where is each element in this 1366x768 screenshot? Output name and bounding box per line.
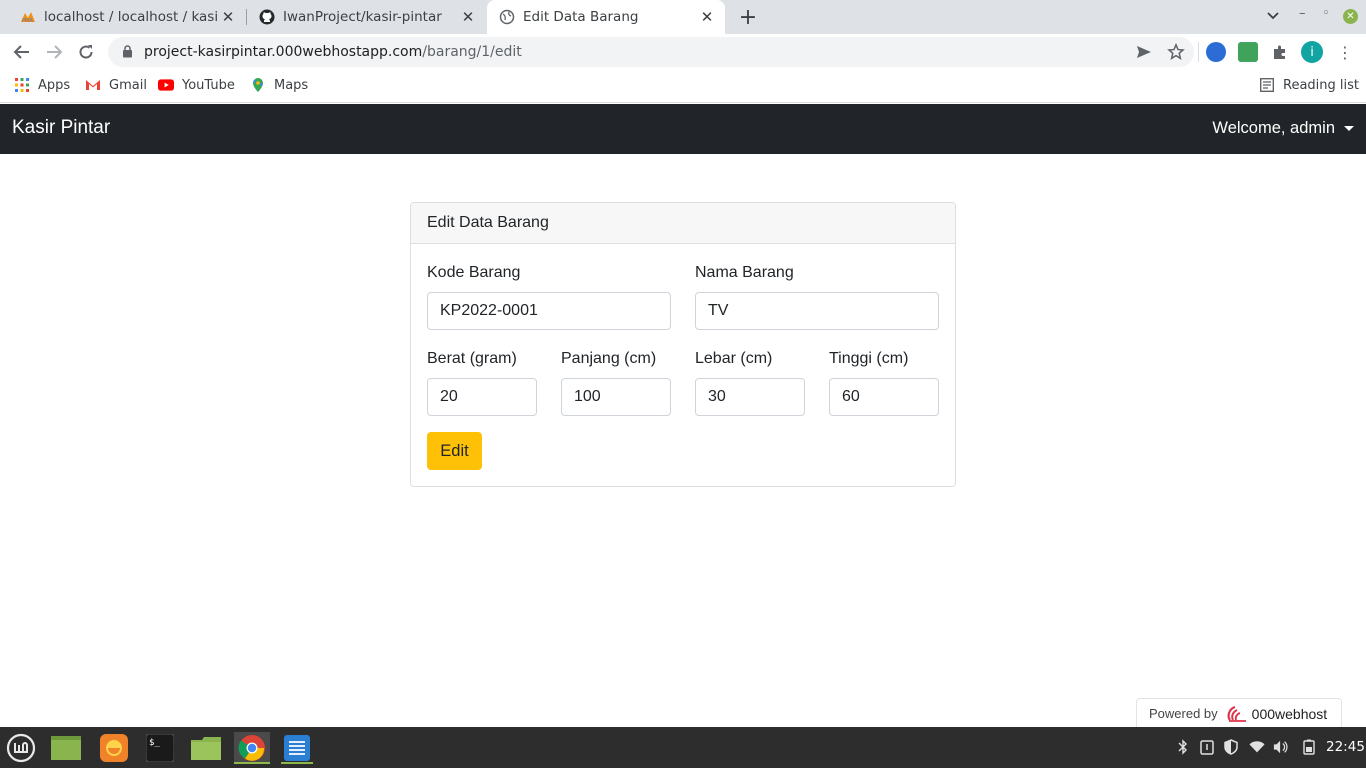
lebar-input[interactable]: 30 bbox=[695, 378, 805, 416]
tab-phpmyadmin[interactable]: PMA localhost / localhost / kasirpintar … bbox=[8, 0, 246, 34]
battery-icon[interactable] bbox=[1301, 739, 1317, 755]
extension-edge-icon[interactable] bbox=[1206, 42, 1226, 62]
host-brand-text: 000webhost bbox=[1251, 705, 1328, 722]
bookmark-label: Apps bbox=[38, 77, 71, 93]
bookmark-label: YouTube bbox=[182, 77, 235, 93]
more-menu-icon[interactable]: ⋮ bbox=[1333, 40, 1357, 64]
bookmark-maps[interactable]: Maps bbox=[250, 77, 308, 93]
lock-icon bbox=[122, 43, 134, 62]
close-tab-icon[interactable]: ✕ bbox=[218, 7, 238, 27]
show-desktop-icon[interactable] bbox=[50, 732, 82, 764]
clipboard-icon[interactable] bbox=[1199, 739, 1215, 755]
extension-inbox-icon[interactable] bbox=[1238, 42, 1258, 62]
app-navbar: Kasir Pintar Welcome, admin bbox=[0, 104, 1366, 154]
reading-list-label: Reading list bbox=[1283, 77, 1359, 93]
tinggi-label: Tinggi (cm) bbox=[829, 350, 909, 367]
svg-text:$_: $_ bbox=[149, 738, 160, 748]
url-text: project-kasirpintar.000webhostapp.com/ba… bbox=[144, 44, 522, 60]
text-editor-icon[interactable] bbox=[281, 732, 313, 764]
tinggi-input[interactable]: 60 bbox=[829, 378, 939, 416]
close-tab-icon[interactable]: ✕ bbox=[458, 7, 478, 27]
tab-github[interactable]: IwanProject/kasir-pintar ✕ bbox=[247, 0, 486, 34]
gmail-icon bbox=[85, 77, 101, 93]
new-tab-button[interactable]: + bbox=[736, 5, 760, 30]
maps-icon bbox=[250, 77, 266, 93]
tab-title: localhost / localhost / kasirpintar bbox=[44, 9, 218, 25]
reading-list-button[interactable]: Reading list bbox=[1259, 77, 1359, 93]
berat-label: Berat (gram) bbox=[427, 350, 517, 367]
profile-avatar[interactable]: i bbox=[1301, 41, 1323, 63]
shield-icon[interactable] bbox=[1223, 739, 1239, 755]
bookmark-gmail[interactable]: Gmail bbox=[85, 77, 147, 93]
tab-title: Edit Data Barang bbox=[523, 9, 639, 25]
welcome-text: Welcome, admin bbox=[1212, 119, 1335, 137]
bookmarks-bar: Apps Gmail YouTube Maps Reading list bbox=[0, 70, 1366, 103]
running-indicator bbox=[281, 762, 313, 764]
bookmark-star-icon[interactable] bbox=[1164, 40, 1188, 64]
wifi-icon[interactable] bbox=[1249, 739, 1265, 755]
back-arrow-icon[interactable] bbox=[10, 40, 34, 64]
powered-by-badge[interactable]: Powered by 000webhost bbox=[1136, 698, 1342, 728]
volume-icon[interactable] bbox=[1273, 739, 1289, 755]
terminal-icon[interactable]: $_ bbox=[144, 732, 176, 764]
forward-arrow-icon[interactable] bbox=[42, 40, 66, 64]
kode-barang-input[interactable]: KP2022-0001 bbox=[427, 292, 671, 330]
close-window-button[interactable]: ✕ bbox=[1343, 9, 1358, 24]
powered-by-text: Powered by bbox=[1149, 706, 1218, 721]
youtube-icon bbox=[158, 77, 174, 93]
reading-list-icon bbox=[1259, 77, 1275, 93]
berat-input[interactable]: 20 bbox=[427, 378, 537, 416]
caret-down-icon bbox=[1344, 126, 1354, 131]
user-dropdown-toggle[interactable]: Welcome, admin bbox=[1212, 119, 1354, 138]
minimize-window-button[interactable]: – bbox=[1299, 6, 1306, 21]
reload-icon[interactable] bbox=[74, 40, 98, 64]
phpmyadmin-icon: PMA bbox=[20, 9, 36, 25]
system-clock[interactable]: 22:45 bbox=[1326, 739, 1365, 755]
globe-icon bbox=[499, 9, 515, 25]
edit-barang-card: Edit Data Barang Kode Barang KP2022-0001… bbox=[410, 202, 956, 487]
files-folder-icon[interactable] bbox=[190, 732, 222, 764]
tab-edit-data-barang[interactable]: Edit Data Barang ✕ bbox=[487, 0, 725, 34]
bookmark-label: Maps bbox=[274, 77, 309, 93]
url-host: project-kasirpintar.000webhostapp.com bbox=[144, 44, 423, 60]
edit-submit-button[interactable]: Edit bbox=[427, 432, 482, 470]
svg-text:PMA: PMA bbox=[22, 18, 33, 23]
kode-barang-label: Kode Barang bbox=[427, 264, 521, 281]
toolbar-divider bbox=[1198, 42, 1199, 62]
bookmark-youtube[interactable]: YouTube bbox=[158, 77, 235, 93]
browser-tab-strip: PMA localhost / localhost / kasirpintar … bbox=[0, 0, 1366, 34]
tab-title: IwanProject/kasir-pintar bbox=[283, 9, 442, 25]
nama-barang-input[interactable]: TV bbox=[695, 292, 939, 330]
apps-grid-icon bbox=[14, 77, 30, 93]
active-window-indicator bbox=[234, 762, 270, 764]
close-tab-icon[interactable]: ✕ bbox=[697, 7, 717, 27]
tab-search-icon[interactable] bbox=[1266, 8, 1280, 26]
bookmark-label: Gmail bbox=[109, 77, 147, 93]
card-title: Edit Data Barang bbox=[411, 203, 955, 244]
url-path: /barang/1/edit bbox=[422, 44, 522, 60]
send-icon[interactable] bbox=[1132, 40, 1156, 64]
panjang-input[interactable]: 100 bbox=[561, 378, 671, 416]
chrome-icon[interactable] bbox=[234, 732, 270, 764]
firefox-icon[interactable] bbox=[98, 732, 130, 764]
000webhost-logo-icon bbox=[1226, 704, 1248, 724]
restore-window-button[interactable]: ◦ bbox=[1322, 6, 1330, 21]
bluetooth-icon[interactable] bbox=[1175, 739, 1191, 755]
nama-barang-label: Nama Barang bbox=[695, 264, 794, 281]
lebar-label: Lebar (cm) bbox=[695, 350, 773, 367]
browser-toolbar: project-kasirpintar.000webhostapp.com/ba… bbox=[0, 34, 1366, 70]
address-bar[interactable]: project-kasirpintar.000webhostapp.com/ba… bbox=[108, 37, 1194, 67]
panjang-label: Panjang (cm) bbox=[561, 350, 657, 367]
os-taskbar: $_ 22:45 bbox=[0, 727, 1366, 768]
extensions-puzzle-icon[interactable] bbox=[1268, 40, 1292, 64]
start-menu-icon[interactable] bbox=[5, 732, 37, 764]
github-icon bbox=[259, 9, 275, 25]
bookmark-apps[interactable]: Apps bbox=[14, 77, 70, 93]
app-brand[interactable]: Kasir Pintar bbox=[12, 117, 110, 139]
